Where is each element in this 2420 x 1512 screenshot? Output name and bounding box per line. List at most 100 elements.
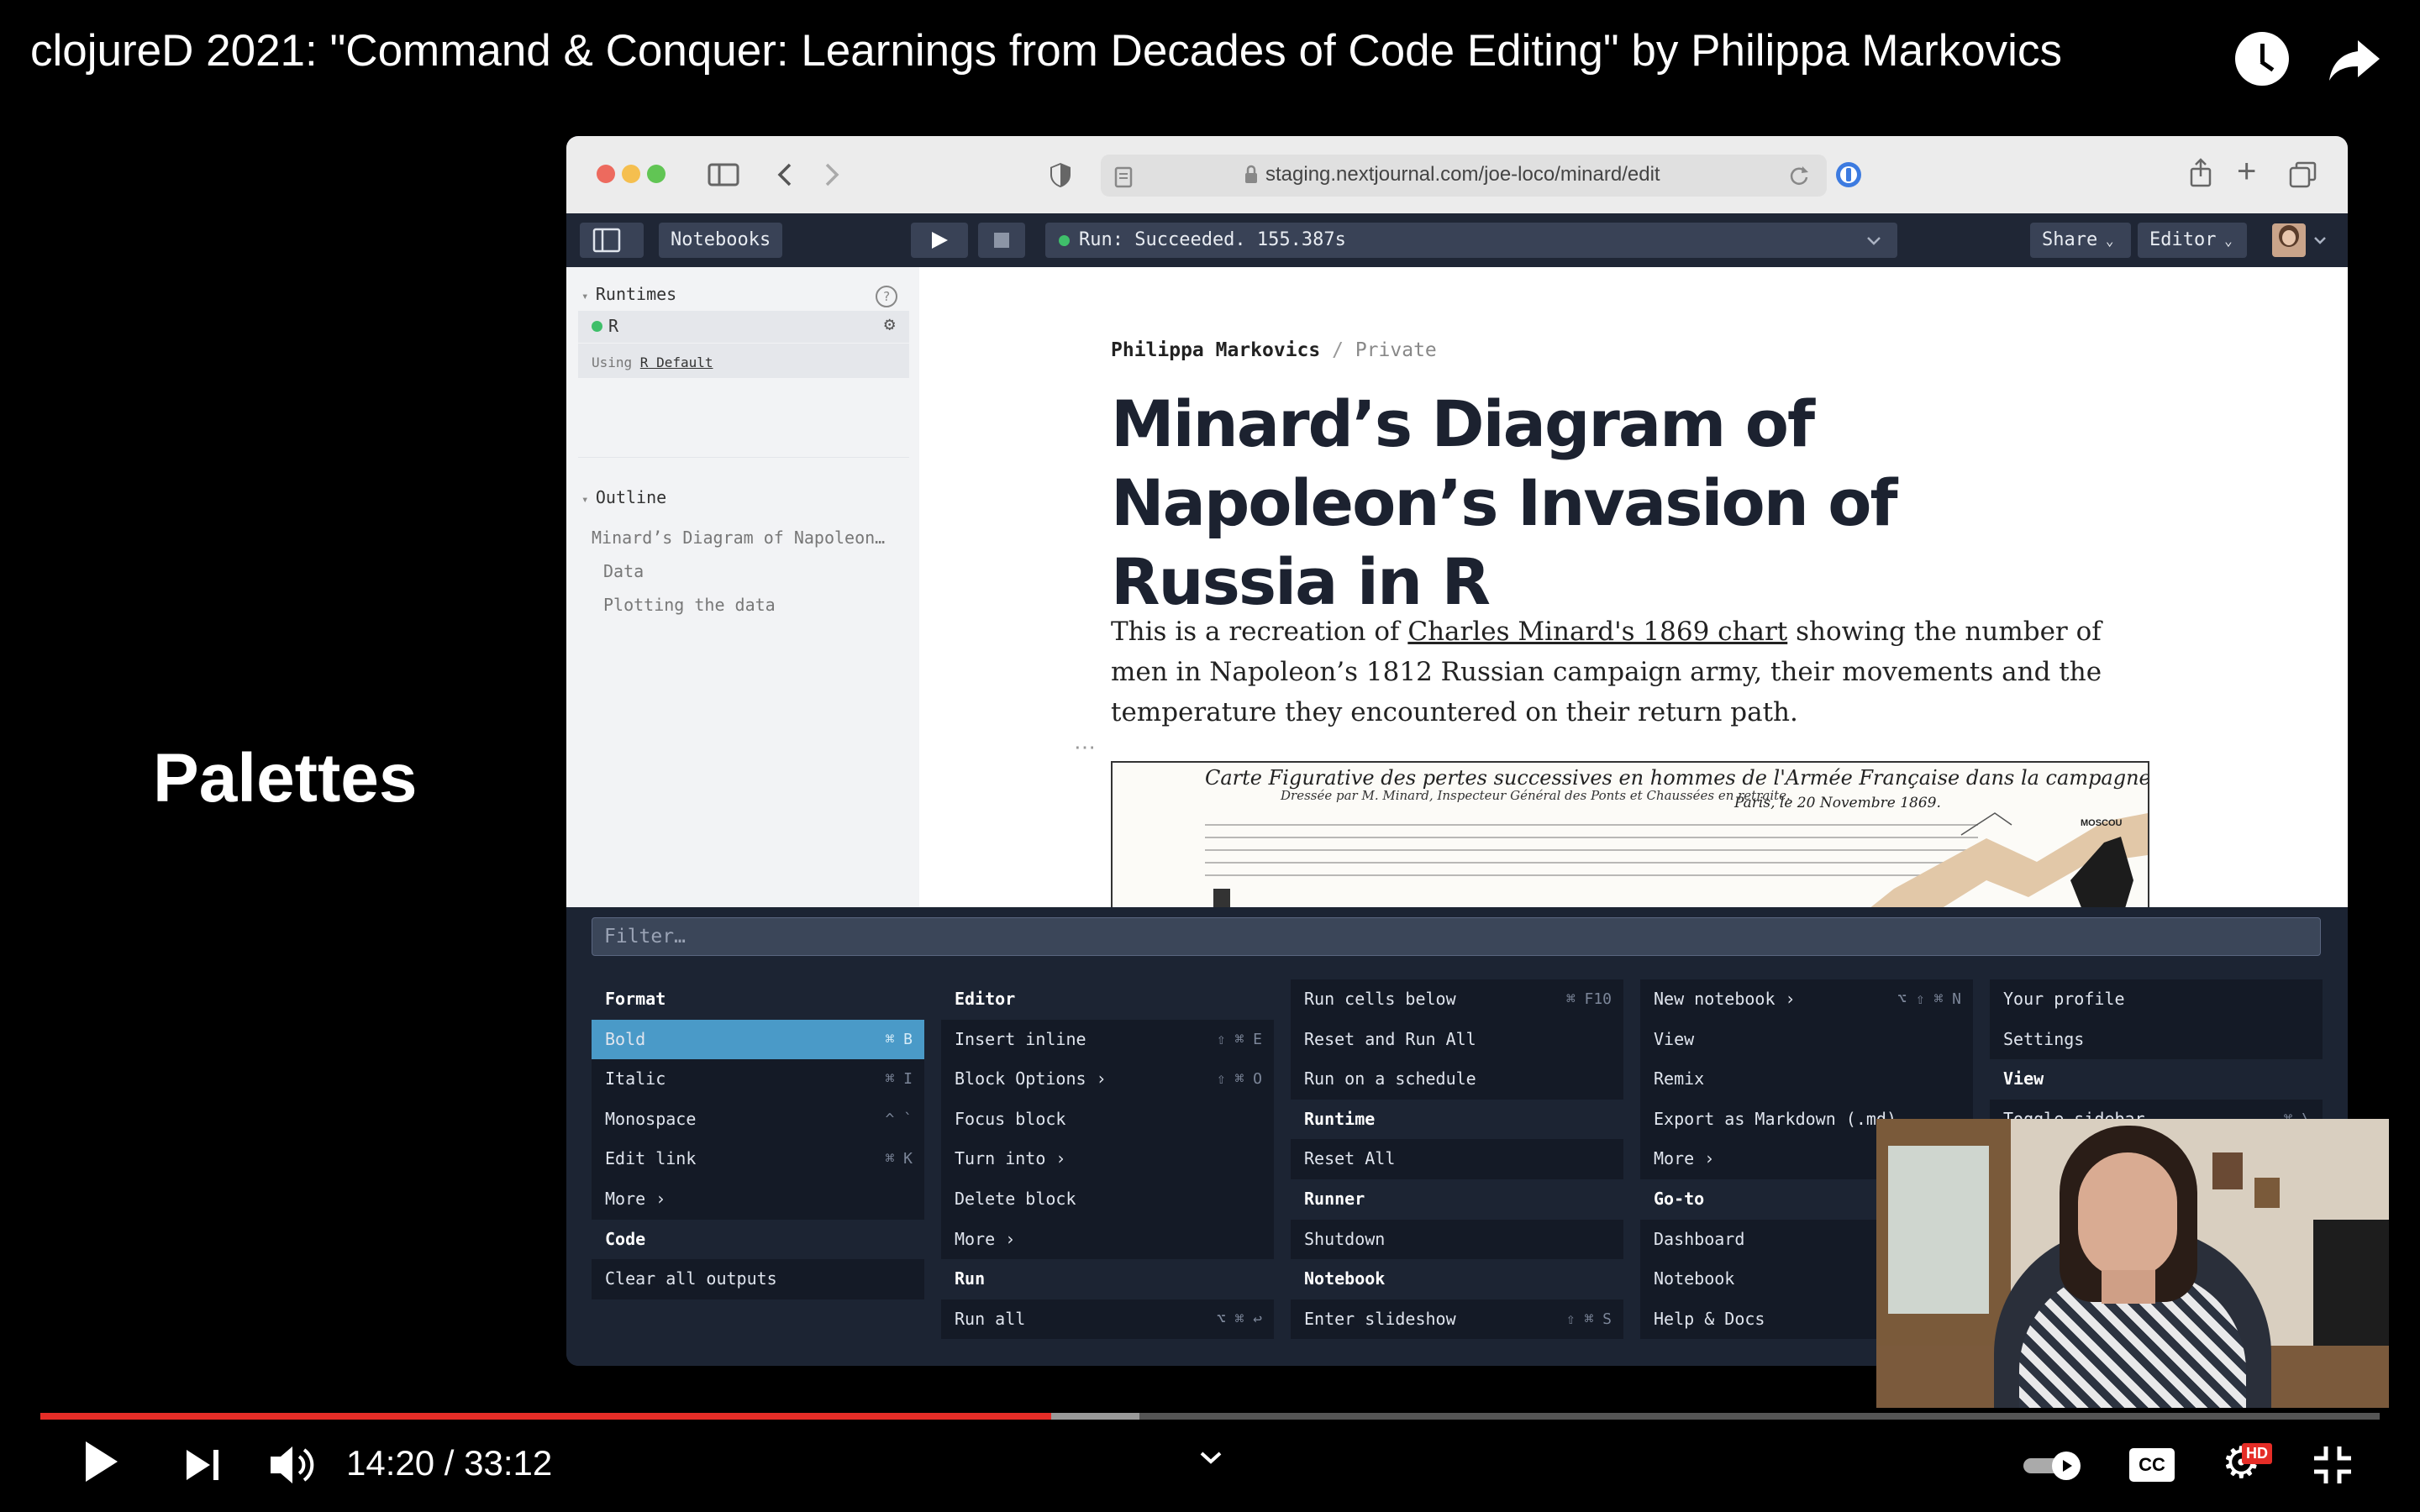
sidebar-panel-icon [592, 228, 621, 253]
user-avatar[interactable] [2272, 223, 2306, 257]
palette-command-item[interactable]: Reset and Run All [1291, 1019, 1623, 1060]
share-arrow-icon[interactable] [2328, 37, 2381, 84]
keyboard-shortcut: ⌘ I [885, 1070, 913, 1089]
next-video-button[interactable] [183, 1446, 222, 1483]
zoom-window-button[interactable] [647, 165, 666, 183]
palette-command-item[interactable]: Your profile [1990, 979, 2323, 1020]
block-handle-icon[interactable]: ⋯ [1074, 734, 1096, 760]
palette-command-item[interactable]: Turn into › [941, 1139, 1274, 1179]
avatar-chevron-icon[interactable] [2312, 235, 2328, 245]
author-name[interactable]: Philippa Markovics [1111, 339, 1320, 361]
keyboard-shortcut: ⇧ ⌘ E [1216, 1030, 1262, 1048]
run-button[interactable] [911, 223, 968, 258]
palette-command-item[interactable]: Shutdown [1291, 1219, 1623, 1260]
palette-command-item[interactable]: Reset All [1291, 1139, 1623, 1179]
keyboard-shortcut: ⌘ K [885, 1150, 913, 1168]
close-window-button[interactable] [597, 165, 615, 183]
command-label: Export as Markdown (.md) [1654, 1108, 1897, 1129]
command-label: Insert inline [955, 1028, 1086, 1049]
forward-arrow-icon[interactable] [822, 161, 842, 188]
command-label: Reset and Run All [1304, 1028, 1476, 1049]
password-manager-icon[interactable] [1833, 160, 1864, 190]
palette-section-heading: Notebook [1304, 1268, 1386, 1289]
share-icon[interactable] [2188, 158, 2213, 188]
palette-command-item[interactable]: More › [592, 1179, 924, 1220]
palette-command-item[interactable]: Block Options › ⇧ ⌘ O [941, 1059, 1274, 1100]
help-icon[interactable]: ? [876, 286, 897, 307]
command-label: Remix [1654, 1068, 1705, 1089]
watch-later-clock-icon[interactable] [2235, 32, 2289, 86]
intro-paragraph[interactable]: This is a recreation of Charles Minard's… [1111, 612, 2119, 732]
outline-item[interactable]: Data [592, 554, 885, 588]
breadcrumb: Philippa Markovics / Private [1111, 339, 1437, 361]
palette-command-item[interactable]: New notebook › ⌥ ⇧ ⌘ N [1640, 979, 1973, 1020]
palette-command-item[interactable]: Settings [1990, 1019, 2323, 1060]
visibility-label[interactable]: Private [1355, 339, 1437, 361]
palette-command-item[interactable]: Run cells below ⌘ F10 [1291, 979, 1623, 1020]
palette-command-item[interactable]: View [1640, 1019, 1973, 1060]
safari-toolbar: staging.nextjournal.com/joe-loco/minard/… [566, 136, 2348, 213]
privacy-shield-icon[interactable] [1049, 161, 1072, 188]
editor-dropdown[interactable]: Editor ⌄ [2138, 223, 2247, 258]
tab-overview-icon[interactable] [2289, 161, 2317, 188]
autoplay-toggle[interactable] [2023, 1452, 2084, 1480]
filter-input[interactable]: Filter… [592, 917, 2321, 956]
new-tab-plus-icon[interactable]: + [2237, 153, 2256, 191]
exit-fullscreen-icon[interactable] [2312, 1445, 2353, 1485]
palette-command-item[interactable]: Run all ⌥ ⌘ ↩ [941, 1299, 1274, 1340]
chapters-chevron-down-icon[interactable] [1198, 1450, 1223, 1467]
reader-icon[interactable] [1114, 166, 1133, 188]
palette-command-item[interactable]: Italic ⌘ I [592, 1059, 924, 1100]
outline-heading[interactable]: ▾ Outline [581, 487, 666, 507]
palette-section-heading: Format [605, 989, 666, 1009]
slide-heading: Palettes [153, 740, 418, 816]
outline-item[interactable]: Minard’s Diagram of Napoleon… [592, 521, 885, 554]
palette-command-item[interactable]: Enter slideshow ⇧ ⌘ S [1291, 1299, 1623, 1340]
palette-command-item[interactable]: Edit link ⌘ K [592, 1139, 924, 1179]
palette-command-item[interactable]: Run on a schedule [1291, 1059, 1623, 1100]
progress-bar-played[interactable] [40, 1413, 1051, 1420]
palette-command-item[interactable]: Remix [1640, 1059, 1973, 1100]
share-dropdown[interactable]: Share ⌄ [2030, 223, 2131, 258]
palette-column: Editor Insert inline ⇧ ⌘ E Block Options › ⇧… [941, 979, 1274, 1340]
runtimes-heading[interactable]: ▾ Runtimes [581, 284, 676, 304]
command-label: Dashboard [1654, 1228, 1745, 1249]
palette-command-item[interactable]: Clear all outputs [592, 1259, 924, 1299]
keyboard-shortcut: ⌥ ⇧ ⌘ N [1897, 990, 1961, 1008]
keyboard-shortcut: ⌥ ⌘ ↩ [1216, 1310, 1262, 1328]
speaker-webcam [1876, 1119, 2389, 1408]
runtime-settings-gear-icon[interactable]: ⚙ [884, 314, 895, 335]
back-arrow-icon[interactable] [775, 161, 795, 188]
outline-item[interactable]: Plotting the data [592, 588, 885, 622]
palette-section-heading: Runner [1304, 1188, 1365, 1209]
runtime-env-link[interactable]: R Default [640, 354, 713, 370]
captions-button[interactable]: CC [2129, 1448, 2175, 1482]
run-status-text: Run: Succeeded. 155.387s [1079, 229, 1346, 250]
palette-command-item[interactable]: Insert inline ⇧ ⌘ E [941, 1019, 1274, 1060]
status-dot-icon [1059, 235, 1070, 246]
page-title[interactable]: Minard’s Diagram of Napoleon’s Invasion … [1111, 385, 2119, 622]
run-status-bar[interactable]: Run: Succeeded. 155.387s [1045, 223, 1897, 258]
sidebar-toggle-icon[interactable] [708, 163, 739, 186]
video-title[interactable]: clojureD 2021: "Command & Conquer: Learn… [30, 25, 2062, 76]
autoplay-play-icon [2063, 1460, 2072, 1472]
notebooks-button[interactable]: Notebooks [659, 223, 783, 258]
palette-command-item[interactable]: Focus block [941, 1099, 1274, 1140]
palette-command-item[interactable]: More › [941, 1219, 1274, 1260]
keyboard-shortcut: ⌘ B [885, 1030, 913, 1048]
minard-chart-link[interactable]: Charles Minard's 1869 chart [1407, 617, 1787, 647]
palette-command-item[interactable]: Bold ⌘ B [592, 1019, 924, 1060]
command-label: Monospace [605, 1108, 697, 1129]
url-text[interactable]: staging.nextjournal.com/joe-loco/minard/… [1265, 163, 1660, 186]
toggle-sidebar-button[interactable] [580, 223, 644, 258]
volume-icon[interactable] [267, 1443, 318, 1487]
play-button[interactable] [81, 1438, 121, 1485]
reload-icon[interactable] [1788, 165, 1810, 186]
stop-button[interactable] [978, 223, 1025, 258]
palette-command-item[interactable]: Monospace ^ ` [592, 1099, 924, 1140]
runtime-card[interactable]: R ⚙ Using R Default [578, 311, 909, 378]
play-icon [932, 232, 948, 249]
palette-command-item[interactable]: Delete block [941, 1179, 1274, 1220]
command-label: Delete block [955, 1188, 1076, 1209]
minimize-window-button[interactable] [622, 165, 640, 183]
